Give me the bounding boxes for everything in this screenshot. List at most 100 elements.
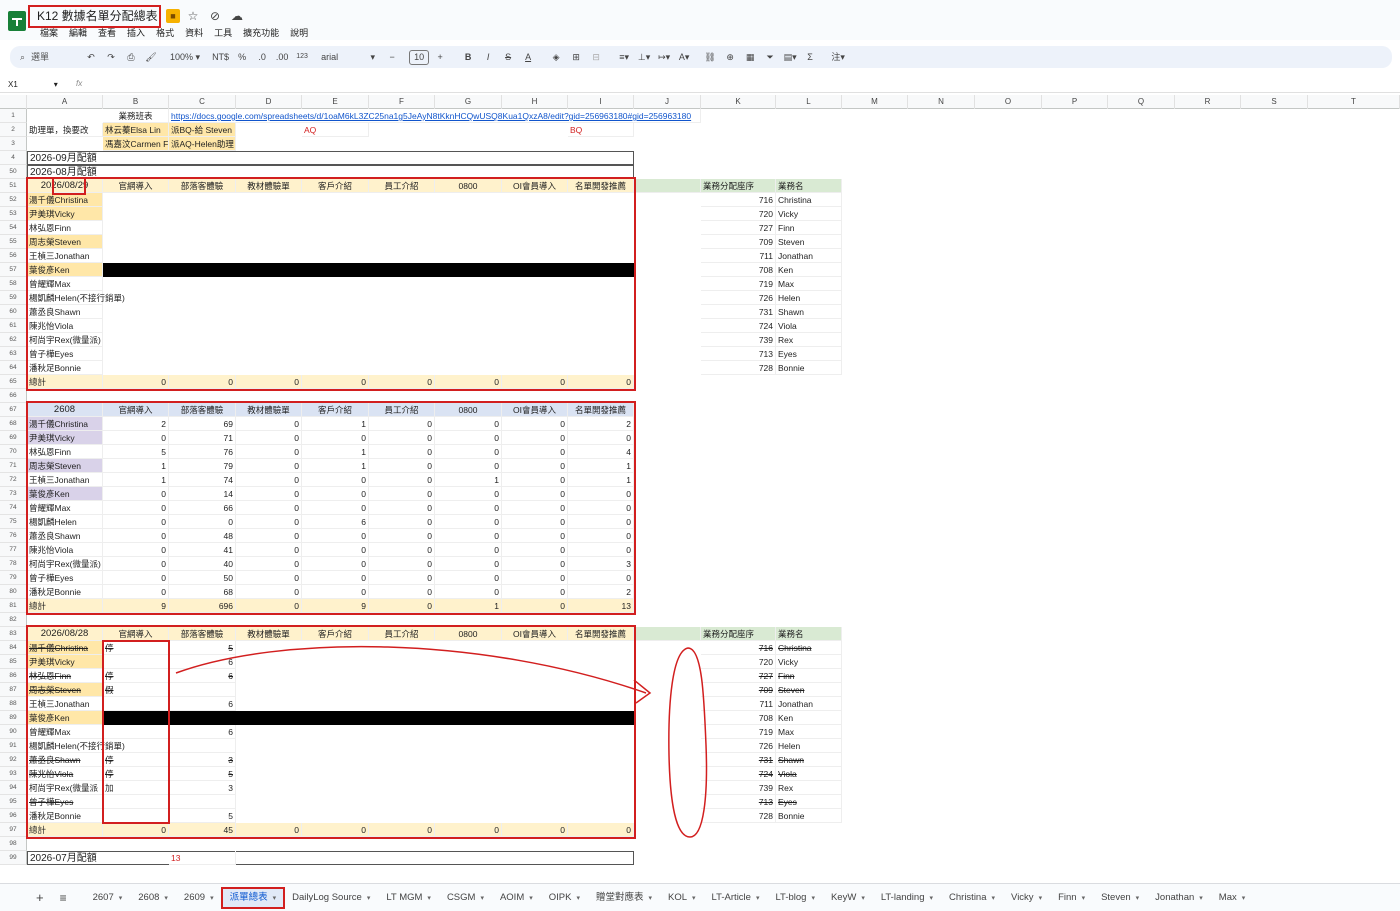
cell[interactable]: 蕭丞良Shawn: [27, 529, 103, 543]
cell[interactable]: 728: [701, 809, 776, 823]
cell[interactable]: 14: [169, 487, 236, 501]
column-header[interactable]: C: [169, 95, 236, 109]
cell[interactable]: 0: [236, 571, 302, 585]
cell[interactable]: 0: [369, 375, 435, 389]
cell[interactable]: Steven: [776, 235, 842, 249]
cell[interactable]: Christina: [776, 641, 842, 655]
cell[interactable]: 719: [701, 277, 776, 291]
cell[interactable]: 2608: [27, 403, 103, 417]
cell[interactable]: 0: [502, 599, 568, 613]
currency-format-button[interactable]: NT$: [212, 48, 229, 66]
cell[interactable]: 假: [103, 683, 169, 697]
cell[interactable]: 蕭丞良Shawn: [27, 305, 103, 319]
cell[interactable]: 楊凱麟Helen(不接行銷單): [27, 739, 125, 753]
cell[interactable]: 0: [103, 543, 169, 557]
cell[interactable]: 客戶介紹: [302, 403, 369, 417]
cell[interactable]: 0: [103, 431, 169, 445]
menu-item[interactable]: 檔案: [40, 27, 58, 39]
cell[interactable]: Jonathan: [776, 697, 842, 711]
cell[interactable]: 0: [169, 375, 236, 389]
select-all-corner[interactable]: [0, 95, 27, 109]
redo-icon[interactable]: ↷: [104, 48, 118, 66]
cell[interactable]: OI會員導入: [502, 179, 568, 193]
column-header[interactable]: R: [1175, 95, 1241, 109]
row-header[interactable]: 88: [0, 697, 27, 711]
cell[interactable]: 713: [701, 795, 776, 809]
column-header[interactable]: T: [1308, 95, 1400, 109]
cell[interactable]: 官網導入: [103, 179, 169, 193]
cell[interactable]: 79: [169, 459, 236, 473]
row-header[interactable]: 2: [0, 123, 27, 137]
row-header[interactable]: 53: [0, 207, 27, 221]
cell[interactable]: 739: [701, 333, 776, 347]
cell[interactable]: Ken: [776, 263, 842, 277]
column-header[interactable]: F: [369, 95, 435, 109]
cell[interactable]: 76: [169, 445, 236, 459]
cell[interactable]: 0: [502, 823, 568, 837]
cell[interactable]: 0: [103, 501, 169, 515]
cell[interactable]: 王楨三Jonathan: [27, 697, 103, 711]
menu-item[interactable]: 資料: [185, 27, 203, 39]
cell[interactable]: 0: [435, 459, 502, 473]
cell[interactable]: 720: [701, 207, 776, 221]
cell[interactable]: 0: [568, 501, 634, 515]
cell[interactable]: 45: [169, 823, 236, 837]
cell[interactable]: 9: [302, 599, 369, 613]
sheets-logo-icon[interactable]: [8, 11, 26, 31]
cell[interactable]: 6: [169, 725, 236, 739]
cell[interactable]: 部落客體驗: [169, 627, 236, 641]
cell[interactable]: 總計: [27, 823, 103, 837]
cell[interactable]: 停: [103, 767, 169, 781]
star-icon[interactable]: ☆: [186, 9, 200, 23]
cell[interactable]: 13: [568, 599, 634, 613]
cell[interactable]: 楊凱麟Helen: [27, 515, 103, 529]
cell[interactable]: 派AQ-Helen助理: [169, 137, 236, 151]
cell[interactable]: 葉俊彥Ken: [27, 487, 103, 501]
cell[interactable]: 林云蓁Elsa Lin: [103, 123, 169, 137]
cell[interactable]: 68: [169, 585, 236, 599]
cell[interactable]: 名單開發推薦: [568, 179, 634, 193]
cell[interactable]: 林弘恩Finn: [27, 221, 103, 235]
cell[interactable]: Bonnie: [776, 361, 842, 375]
row-header[interactable]: 64: [0, 361, 27, 375]
menu-item[interactable]: 說明: [290, 27, 308, 39]
cell[interactable]: 0800: [435, 403, 502, 417]
cell[interactable]: OI會員導入: [502, 627, 568, 641]
sheet-tab[interactable]: CSGM ▾: [439, 888, 492, 908]
cell[interactable]: Vicky: [776, 655, 842, 669]
cell[interactable]: 0: [302, 529, 369, 543]
cell[interactable]: 0: [302, 823, 369, 837]
cell[interactable]: AQ: [302, 123, 369, 137]
cell[interactable]: 2: [103, 417, 169, 431]
sheet-tab[interactable]: Max ▾: [1211, 888, 1253, 908]
strikethrough-button[interactable]: S: [501, 48, 515, 66]
cell[interactable]: 9: [103, 599, 169, 613]
row-header[interactable]: 71: [0, 459, 27, 473]
text-rotate-icon[interactable]: A▾: [677, 48, 691, 66]
cell[interactable]: 728: [701, 361, 776, 375]
cell[interactable]: 4: [568, 445, 634, 459]
cell[interactable]: 0: [435, 501, 502, 515]
column-header[interactable]: J: [634, 95, 701, 109]
cell[interactable]: 0: [502, 445, 568, 459]
add-sheet-button[interactable]: +: [28, 888, 52, 908]
cell[interactable]: 1: [302, 417, 369, 431]
column-header[interactable]: I: [568, 95, 634, 109]
cell[interactable]: 1: [568, 459, 634, 473]
cell[interactable]: 曾子樺Eyes: [27, 795, 103, 809]
print-icon[interactable]: ⎙: [124, 48, 138, 66]
cell[interactable]: 潘秋足Bonnie: [27, 585, 103, 599]
cell[interactable]: 0: [369, 529, 435, 543]
cell[interactable]: 業務名: [776, 179, 842, 193]
cell[interactable]: OI會員導入: [502, 403, 568, 417]
cell[interactable]: 2026-09月配額: [27, 151, 634, 165]
cell[interactable]: 716: [701, 641, 776, 655]
sheet-tab[interactable]: 派單總表 ▾: [220, 886, 286, 909]
cell[interactable]: [103, 697, 169, 711]
cell[interactable]: 0: [435, 375, 502, 389]
cell[interactable]: 0: [236, 417, 302, 431]
row-header[interactable]: 67: [0, 403, 27, 417]
cell[interactable]: 0: [236, 459, 302, 473]
cell[interactable]: Vicky: [776, 207, 842, 221]
cell[interactable]: 71: [169, 431, 236, 445]
